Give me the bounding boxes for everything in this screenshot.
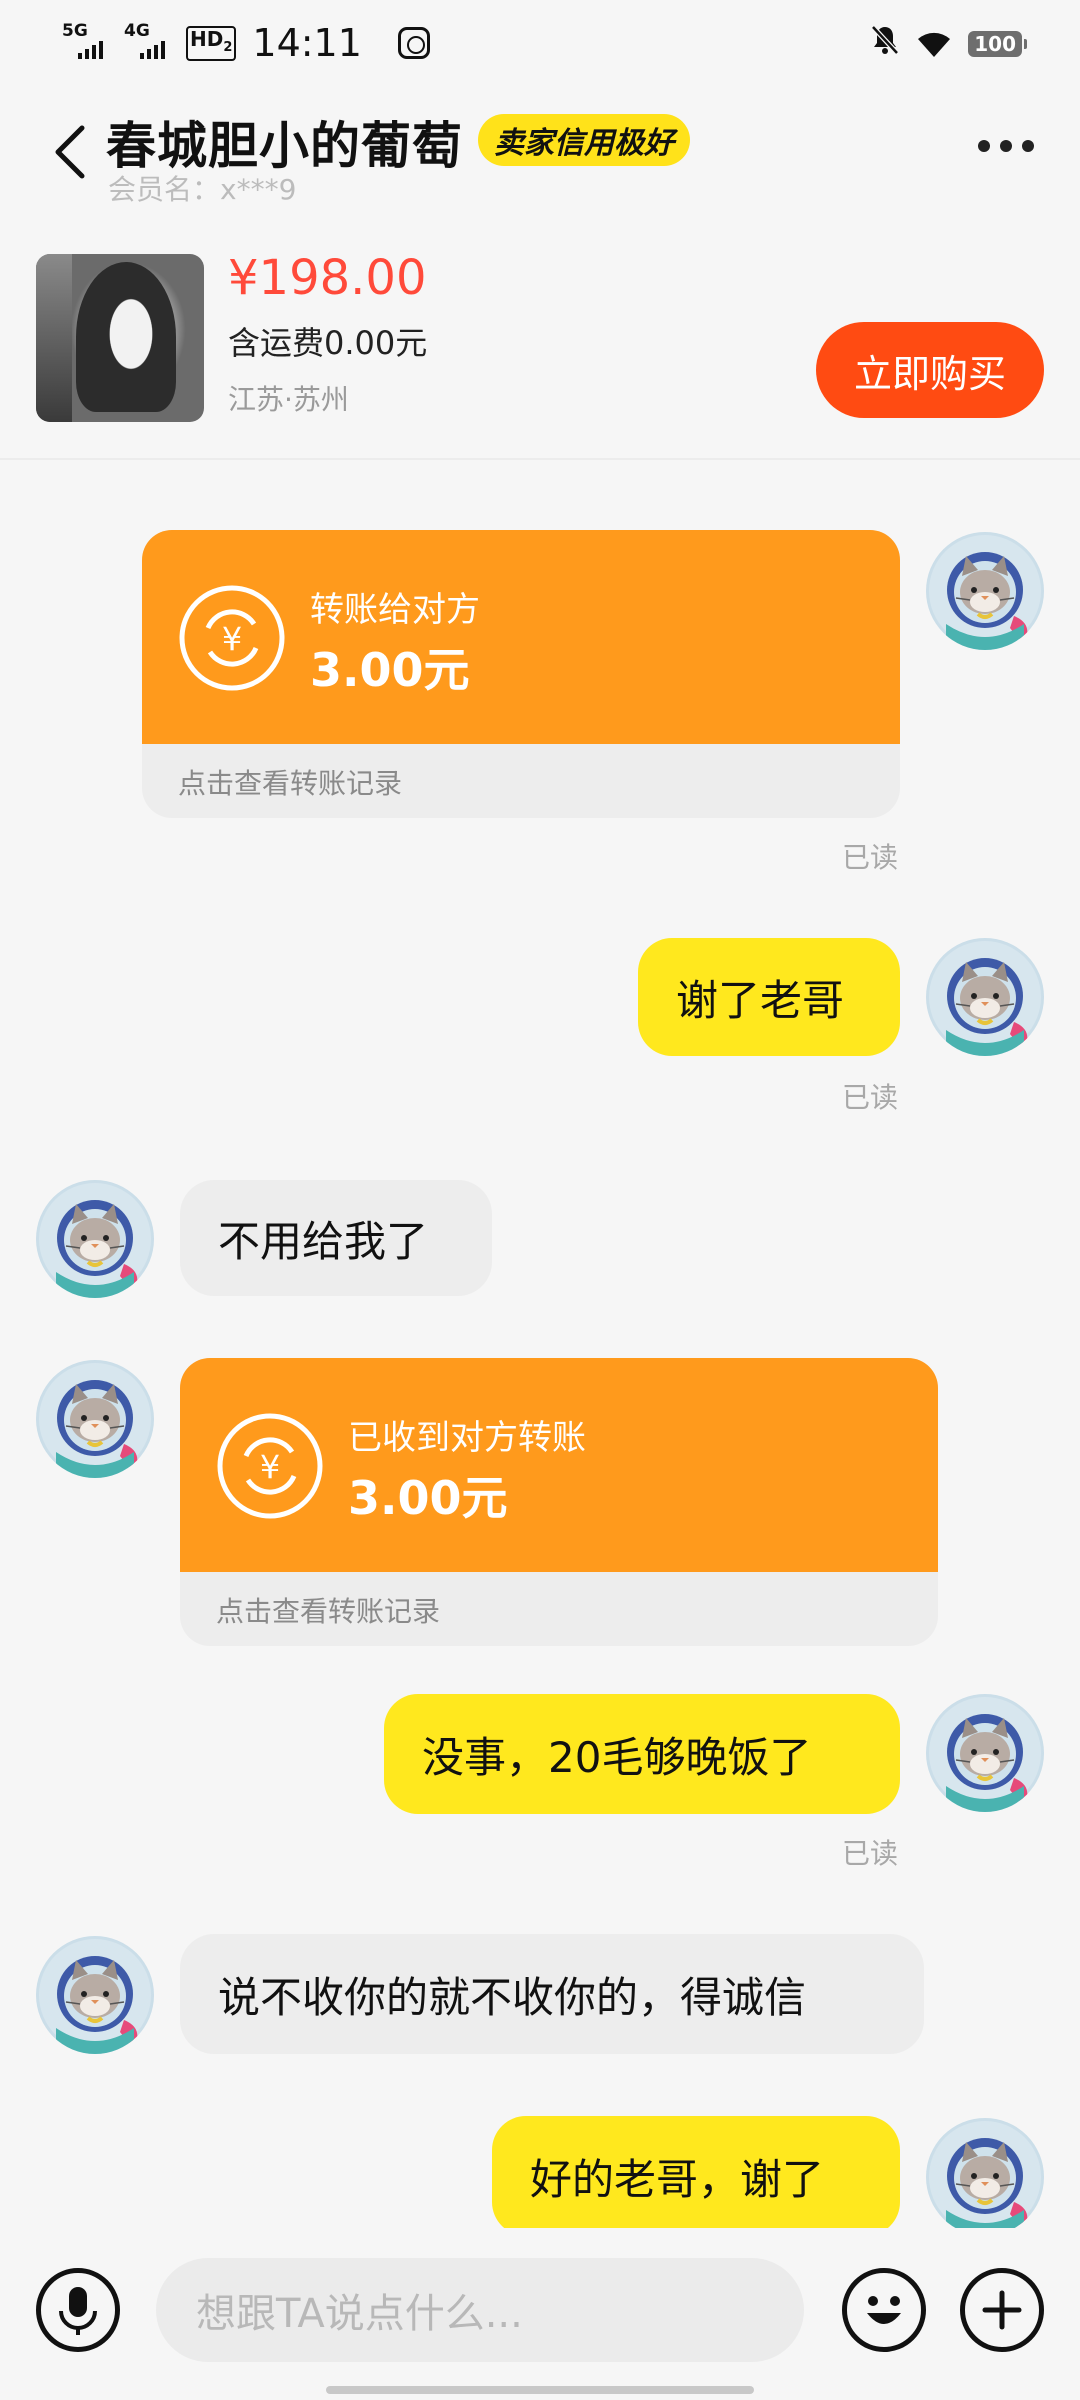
- message-bubble-sent[interactable]: 好的老哥，谢了: [492, 2116, 900, 2236]
- my-avatar[interactable]: [926, 2118, 1044, 2236]
- contact-avatar[interactable]: [36, 1180, 154, 1298]
- yuan-transfer-icon: ¥: [217, 1413, 323, 1519]
- microphone-icon: [59, 2287, 97, 2335]
- buy-now-button[interactable]: 立即购买: [816, 322, 1044, 418]
- cat-astronaut-icon: [929, 2121, 1041, 2236]
- wifi-icon: [916, 29, 952, 59]
- seller-credit-badge[interactable]: 卖家信用极好: [478, 114, 690, 166]
- read-receipt: 已读: [842, 841, 899, 874]
- input-bar: 想跟TA说点什么...: [0, 2228, 1080, 2400]
- message-bubble-received[interactable]: 说不收你的就不收你的，得诚信: [180, 1934, 924, 2054]
- notification-app-icon: [397, 27, 430, 59]
- cat-astronaut-icon: [39, 1183, 151, 1298]
- signal-5g-icon: 5G: [62, 23, 114, 63]
- view-transfer-record-link[interactable]: 点击查看转账记录: [216, 1590, 440, 1630]
- status-left: 5G 4G HD2 14:11: [62, 18, 430, 68]
- more-actions-button[interactable]: [960, 2268, 1044, 2352]
- voice-input-button[interactable]: [36, 2268, 120, 2352]
- home-indicator[interactable]: [326, 2386, 754, 2394]
- chevron-left-icon: [55, 125, 85, 179]
- chat-header: 春城胆小的葡萄 卖家信用极好 会员名：x***9: [0, 86, 1080, 216]
- transfer-card-sent[interactable]: ¥ 转账给对方 3.00元 点击查看转账记录: [142, 530, 900, 818]
- contact-avatar[interactable]: [36, 1936, 154, 2054]
- cat-astronaut-icon: [929, 1697, 1041, 1812]
- mute-bell-icon: [870, 24, 900, 64]
- yuan-transfer-icon: ¥: [179, 585, 285, 691]
- transfer-card-received[interactable]: ¥ 已收到对方转账 3.00元 点击查看转账记录: [180, 1358, 938, 1646]
- emoji-button[interactable]: [842, 2268, 926, 2352]
- more-options-button[interactable]: [978, 140, 1034, 152]
- read-receipt: 已读: [842, 1837, 899, 1870]
- signal-4g-icon: 4G: [124, 23, 176, 63]
- my-avatar[interactable]: [926, 938, 1044, 1056]
- product-price: ¥198.00: [228, 250, 427, 306]
- hd-voice-icon: HD2: [186, 25, 237, 61]
- read-receipt: 已读: [842, 1081, 899, 1114]
- cat-astronaut-icon: [929, 535, 1041, 650]
- member-id: 会员名：x***9: [108, 173, 297, 206]
- my-avatar[interactable]: [926, 532, 1044, 650]
- message-bubble-received[interactable]: 不用给我了: [180, 1180, 492, 1296]
- my-avatar[interactable]: [926, 1694, 1044, 1812]
- emoji-icon: [867, 2296, 901, 2324]
- contact-avatar[interactable]: [36, 1360, 154, 1478]
- cat-astronaut-icon: [929, 941, 1041, 1056]
- battery-icon: 100: [968, 31, 1027, 57]
- message-input[interactable]: 想跟TA说点什么...: [156, 2258, 804, 2362]
- product-location: 江苏·苏州: [228, 383, 349, 416]
- status-bar: 5G 4G HD2 14:11 100: [0, 0, 1080, 86]
- chat-screen: 5G 4G HD2 14:11 100 春城胆小的葡萄 卖家信用极好 会员名：x…: [0, 0, 1080, 2400]
- status-right: 100: [870, 24, 1027, 64]
- plus-icon: [982, 2290, 1022, 2330]
- clock: 14:11: [252, 21, 362, 65]
- message-bubble-sent[interactable]: 谢了老哥: [638, 938, 900, 1056]
- message-bubble-sent[interactable]: 没事，20毛够晚饭了: [384, 1694, 900, 1814]
- cat-astronaut-icon: [39, 1939, 151, 2054]
- product-thumbnail[interactable]: [36, 254, 204, 422]
- svg-text:¥: ¥: [222, 620, 242, 658]
- back-button[interactable]: [50, 122, 90, 182]
- svg-text:¥: ¥: [260, 1448, 280, 1486]
- shipping-info: 含运费0.00元: [228, 324, 428, 362]
- product-card[interactable]: ¥198.00 含运费0.00元 江苏·苏州 立即购买: [0, 236, 1080, 460]
- cat-astronaut-icon: [39, 1363, 151, 1478]
- view-transfer-record-link[interactable]: 点击查看转账记录: [178, 762, 402, 802]
